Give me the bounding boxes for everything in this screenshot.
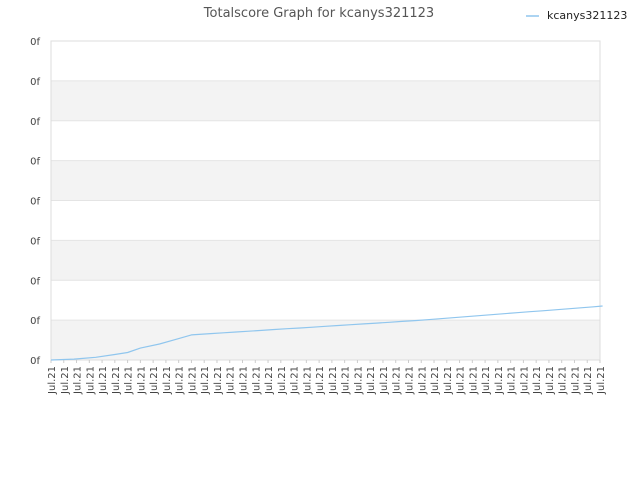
- x-tick-label: Jul.21: [162, 366, 173, 395]
- y-tick-label: 0f: [30, 77, 40, 88]
- x-tick-label: Jul.21: [404, 366, 415, 395]
- x-tick-label: Jul.21: [251, 366, 262, 395]
- x-tick-label: Jul.21: [149, 366, 160, 395]
- x-tick-label: Jul.21: [111, 366, 122, 395]
- x-tick-label: Jul.21: [264, 366, 275, 395]
- x-tick-label: Jul.21: [302, 366, 313, 395]
- x-tick-label: Jul.21: [136, 366, 147, 395]
- x-tick-label: Jul.21: [85, 366, 96, 395]
- x-tick-label: Jul.21: [213, 366, 224, 395]
- x-tick-label: Jul.21: [494, 366, 505, 395]
- chart-title: Totalscore Graph for kcanys321123: [203, 6, 434, 21]
- x-tick-label: Jul.21: [315, 366, 326, 395]
- y-tick-label: 0f: [30, 316, 40, 327]
- x-tick-label: Jul.21: [545, 366, 556, 395]
- chart: Totalscore Graph for kcanys321123 kcanys…: [30, 6, 627, 395]
- y-tick-label: 0f: [30, 117, 40, 128]
- y-axis-ticks: 0f 0f 0f 0f 0f 0f 0f 0f 0f: [30, 37, 40, 367]
- x-tick-label: Jul.21: [596, 366, 607, 395]
- x-tick-label: Jul.21: [443, 366, 454, 395]
- x-tick-label: Jul.21: [456, 366, 467, 395]
- legend-entry-kcanys321123: kcanys321123: [547, 9, 627, 22]
- x-tick-label: Jul.21: [124, 366, 135, 395]
- x-tick-label: Jul.21: [570, 366, 581, 395]
- y-tick-label: 0f: [30, 197, 40, 208]
- x-tick-label: Jul.21: [226, 366, 237, 395]
- y-tick-label: 0f: [30, 356, 40, 367]
- y-tick-label: 0f: [30, 37, 40, 48]
- x-tick-label: Jul.21: [73, 366, 84, 395]
- x-tick-label: Jul.21: [366, 366, 377, 395]
- x-tick-label: Jul.21: [519, 366, 530, 395]
- y-tick-label: 0f: [30, 157, 40, 168]
- x-tick-label: Jul.21: [98, 366, 109, 395]
- x-tick-label: Jul.21: [187, 366, 198, 395]
- x-tick-label: Jul.21: [507, 366, 518, 395]
- plot-band: [51, 80, 600, 121]
- x-tick-label: Jul.21: [47, 366, 58, 395]
- y-tick-label: 0f: [30, 276, 40, 287]
- x-tick-label: Jul.21: [558, 366, 569, 395]
- x-tick-label: Jul.21: [583, 366, 594, 395]
- x-tick-label: Jul.21: [341, 366, 352, 395]
- x-tick-label: Jul.21: [468, 366, 479, 395]
- x-tick-label: Jul.21: [430, 366, 441, 395]
- x-tick-label: Jul.21: [481, 366, 492, 395]
- x-axis-ticks: Jul.21 Jul.21 Jul.21 Jul.21 Jul.21 Jul.21 Jul.…: [47, 360, 607, 395]
- x-tick-label: Jul.21: [328, 366, 339, 395]
- x-tick-label: Jul.21: [175, 366, 186, 395]
- plot-band: [51, 240, 600, 281]
- x-tick-label: Jul.21: [532, 366, 543, 395]
- x-tick-label: Jul.21: [277, 366, 288, 395]
- x-tick-label: Jul.21: [290, 366, 301, 395]
- x-tick-label: Jul.21: [353, 366, 364, 395]
- x-tick-label: Jul.21: [392, 366, 403, 395]
- x-tick-label: Jul.21: [239, 366, 250, 395]
- x-tick-label: Jul.21: [379, 366, 390, 395]
- x-tick-label: Jul.21: [60, 366, 71, 395]
- x-tick-label: Jul.21: [200, 366, 211, 395]
- plot-band: [51, 160, 600, 201]
- y-tick-label: 0f: [30, 236, 40, 247]
- x-tick-label: Jul.21: [417, 366, 428, 395]
